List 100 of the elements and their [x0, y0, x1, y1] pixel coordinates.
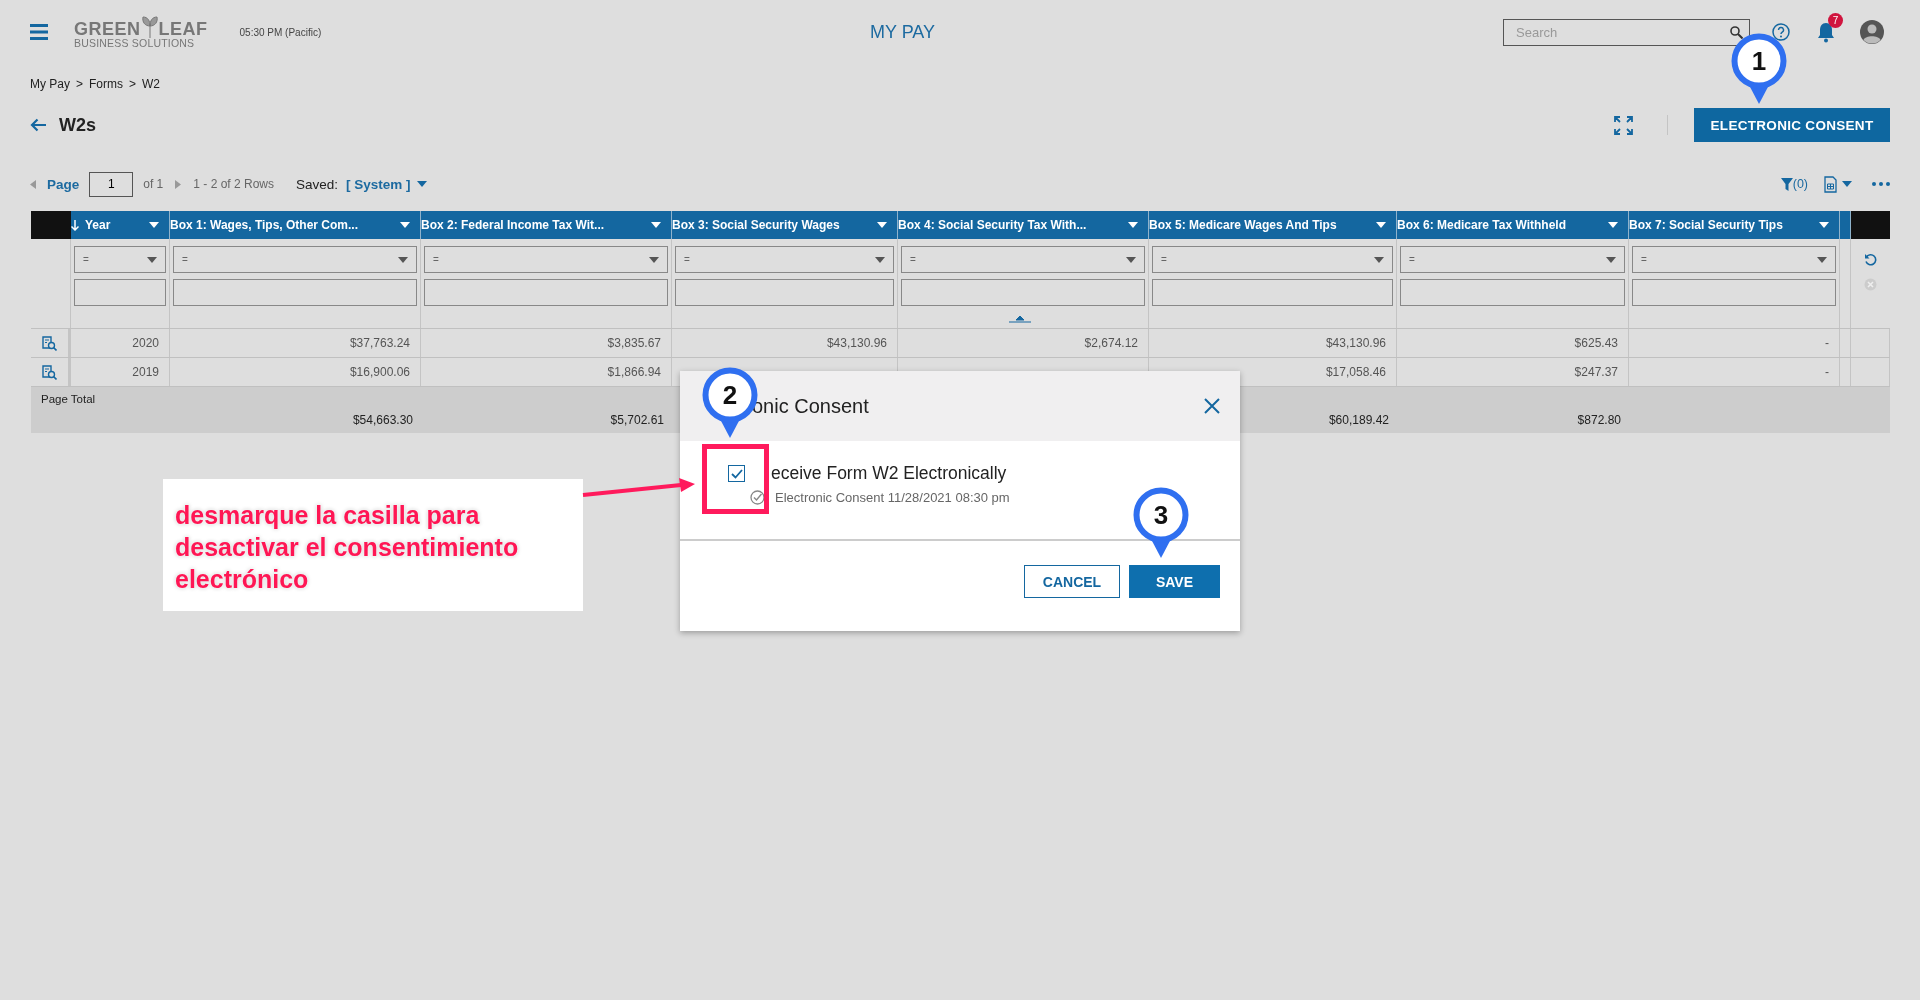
total-cell: $5,702.61: [610, 413, 664, 427]
spreadsheet-icon[interactable]: [1824, 175, 1837, 193]
more-icon[interactable]: [1872, 182, 1890, 186]
dropdown-caret-icon: [649, 256, 659, 263]
notification-badge: 7: [1828, 13, 1843, 28]
search-icon[interactable]: [1730, 25, 1743, 39]
column-header[interactable]: Box 7: Social Security Tips: [1629, 211, 1840, 239]
breadcrumb-separator: >: [129, 77, 137, 91]
dropdown-caret-icon: [875, 256, 885, 263]
column-header[interactable]: Year: [71, 211, 170, 239]
filter-input[interactable]: [1632, 279, 1836, 306]
caret-icon: [1376, 222, 1386, 228]
row-count: 1 - 2 of 2 Rows: [193, 177, 274, 191]
caret-icon: [877, 222, 887, 228]
header-corner: [31, 211, 71, 239]
table-cell: $37,763.24: [349, 336, 410, 350]
filter-input[interactable]: [173, 279, 417, 306]
help-icon[interactable]: [1772, 23, 1790, 41]
dropdown-caret-icon: [1817, 256, 1827, 263]
filter-input[interactable]: [424, 279, 668, 306]
table-cell: $17,058.46: [1325, 365, 1386, 379]
checkbox-label: eceive Form W2 Electronically: [771, 463, 1007, 484]
filter-operator-select[interactable]: =: [1632, 246, 1836, 273]
view-record-icon[interactable]: [42, 335, 57, 351]
annotation-text: desmarque la casilla para desactivar el consentimiento electrónico: [175, 500, 520, 595]
menu-icon[interactable]: [30, 24, 48, 40]
filter-input[interactable]: [1400, 279, 1625, 306]
caret-icon: [416, 181, 427, 187]
header-spacer: [1840, 211, 1851, 239]
column-header[interactable]: Box 2: Federal Income Tax Wit...: [421, 211, 672, 239]
filter-input[interactable]: [74, 279, 166, 306]
table-cell: 2019: [132, 365, 159, 379]
sort-arrow-icon: [71, 219, 79, 231]
table-cell: $1,866.94: [607, 365, 661, 379]
page-label: Page: [47, 176, 80, 192]
expand-icon[interactable]: [1614, 115, 1633, 135]
caret-icon: [1608, 222, 1618, 228]
consent-checkbox[interactable]: [728, 465, 745, 482]
saved-label: Saved:: [296, 176, 339, 192]
breadcrumb-link[interactable]: My Pay: [30, 77, 70, 91]
table-cell: 2020: [132, 336, 159, 350]
caret-icon: [400, 222, 410, 228]
table-cell: $43,130.96: [1325, 336, 1386, 350]
filter-operator-select[interactable]: =: [173, 246, 417, 273]
page-heading: MY PAY: [870, 21, 937, 43]
caret-icon: [149, 222, 159, 228]
page-title: W2s: [59, 114, 96, 136]
cancel-button[interactable]: CANCEL: [1024, 565, 1120, 598]
filter-operator-select[interactable]: =: [675, 246, 894, 273]
table-cell: $16,900.06: [349, 365, 410, 379]
page-count: of 1: [143, 177, 164, 191]
column-header[interactable]: Box 3: Social Security Wages: [672, 211, 898, 239]
filter-operator-select[interactable]: =: [1152, 246, 1393, 273]
collapse-icon[interactable]: [1009, 315, 1031, 323]
page-total-label: Page Total: [41, 393, 96, 405]
filter-input[interactable]: [1152, 279, 1393, 306]
filter-operator-select[interactable]: =: [424, 246, 668, 273]
table-cell: $247.37: [1574, 365, 1618, 379]
total-cell: $54,663.30: [352, 413, 413, 427]
reset-icon[interactable]: [1864, 253, 1877, 266]
electronic-consent-button[interactable]: ELECTRONIC CONSENT: [1694, 108, 1890, 142]
save-button[interactable]: SAVE: [1129, 565, 1220, 598]
column-header[interactable]: Box 6: Medicare Tax Withheld: [1397, 211, 1629, 239]
dropdown-caret-icon: [1126, 256, 1136, 263]
table-cell: -: [1825, 365, 1829, 379]
consent-timestamp: Electronic Consent 11/28/2021 08:30 pm: [775, 490, 1010, 505]
avatar-icon[interactable]: [1860, 20, 1884, 44]
filter-operator-select[interactable]: =: [1400, 246, 1625, 273]
highlight-frame: [702, 444, 769, 514]
check-circle-icon: [750, 490, 765, 505]
caret-icon: [1819, 222, 1829, 228]
filter-count: (0): [1792, 177, 1808, 191]
close-icon[interactable]: [1204, 398, 1220, 414]
view-record-icon[interactable]: [42, 364, 57, 380]
table-cell: -: [1825, 336, 1829, 350]
table-cell: $43,130.96: [826, 336, 887, 350]
breadcrumb-link[interactable]: Forms: [89, 77, 124, 91]
dropdown-caret-icon: [1606, 256, 1616, 263]
filter-input[interactable]: [675, 279, 894, 306]
filter-operator-select[interactable]: =: [74, 246, 166, 273]
dropdown-caret-icon: [147, 256, 157, 263]
back-arrow-icon[interactable]: [30, 118, 47, 132]
page-number-field[interactable]: 1: [89, 171, 134, 197]
column-header[interactable]: Box 4: Social Security Tax With...: [898, 211, 1149, 239]
company-logo: GREEN LEAF BUSINESS SOLUTIONS: [74, 15, 208, 49]
filter-icon[interactable]: [1780, 177, 1793, 191]
filter-input[interactable]: [901, 279, 1145, 306]
table-cell: $2,674.12: [1084, 336, 1138, 350]
caret-icon: [1842, 181, 1852, 187]
breadcrumb-link[interactable]: W2: [142, 77, 161, 91]
column-header[interactable]: Box 1: Wages, Tips, Other Com...: [170, 211, 421, 239]
filter-operator-select[interactable]: =: [901, 246, 1145, 273]
header-corner: [1851, 211, 1890, 239]
dropdown-caret-icon: [1374, 256, 1384, 263]
column-header[interactable]: Box 5: Medicare Wages And Tips: [1149, 211, 1397, 239]
search-field[interactable]: Search: [1503, 18, 1750, 46]
saved-view-dropdown[interactable]: [ System ]: [346, 176, 411, 192]
total-cell: $872.80: [1577, 413, 1621, 427]
caret-icon: [1128, 222, 1138, 228]
time-label: 05:30 PM (Pacific): [239, 26, 322, 38]
